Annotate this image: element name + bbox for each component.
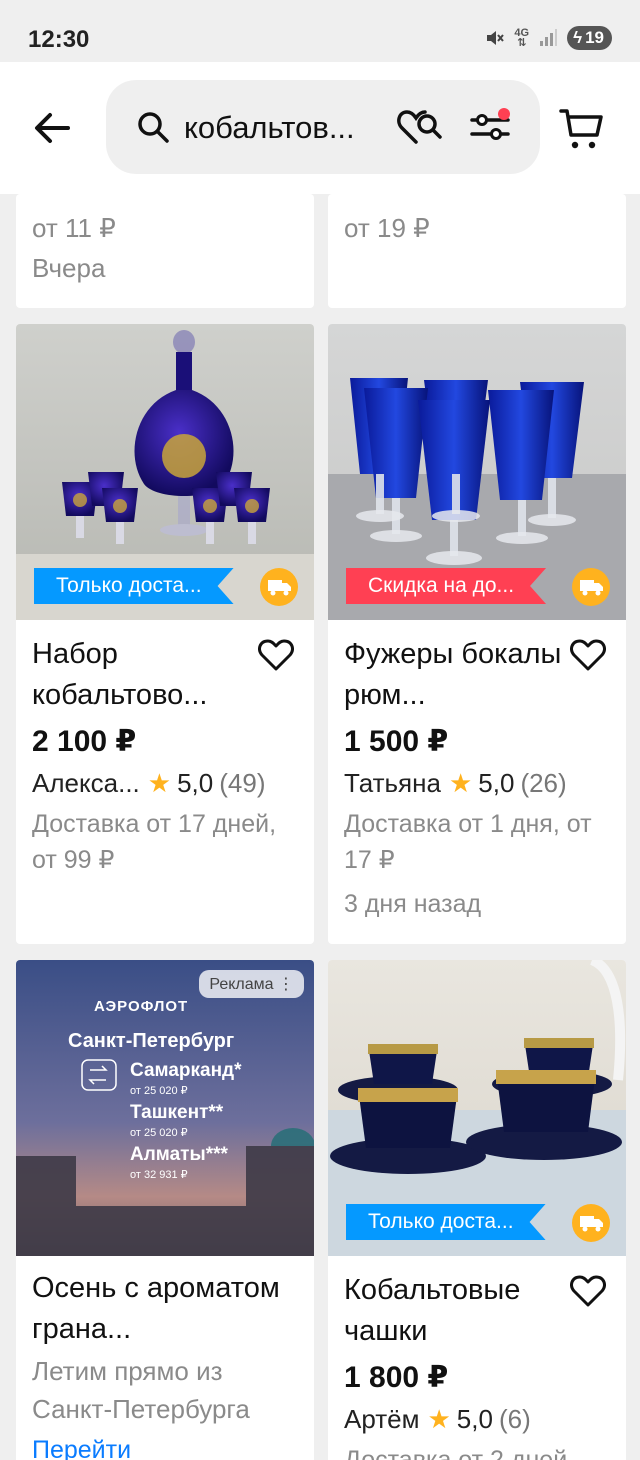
delivery-truck-icon xyxy=(572,568,610,606)
status-bar: 12:30 4G ⇅ ϟ 19 xyxy=(0,0,640,62)
card-price-from: от 19 ₽ xyxy=(344,213,430,243)
reviews-count: (49) xyxy=(219,768,266,798)
save-search-heart-icon[interactable] xyxy=(396,106,444,148)
ad-banner[interactable]: Реклама ⋮ АЭРОФЛОТ Санкт-Петербург Самар… xyxy=(16,960,314,1256)
delivery-info: Доставка от 2 дней xyxy=(344,1446,568,1460)
ad-subtitle: Летим прямо из Санкт-Петербурга xyxy=(32,1356,250,1424)
status-icons: 4G ⇅ ϟ 19 xyxy=(484,26,612,50)
ad-card[interactable]: Реклама ⋮ АЭРОФЛОТ Санкт-Петербург Самар… xyxy=(16,960,314,1460)
listing-card[interactable]: Только доста... Кобальтовые чашки 1 800 … xyxy=(328,960,626,1460)
delivery-truck-icon xyxy=(572,1204,610,1242)
filter-active-dot xyxy=(498,108,510,120)
status-time: 12:30 xyxy=(28,26,90,53)
ad-route-price: от 25 020 ₽ xyxy=(130,1127,188,1139)
seller-name: Алекса... xyxy=(32,768,140,798)
filter-button[interactable] xyxy=(468,106,512,148)
product-title: Кобальтовые чашки xyxy=(344,1274,521,1347)
rating-value: 5,0 xyxy=(456,1404,493,1434)
listing-date: 3 дня назад xyxy=(344,890,482,918)
mute-icon xyxy=(487,31,505,45)
delivery-info: Доставка от 17 дней, от 99 ₽ xyxy=(32,810,277,874)
rating-value: 5,0 xyxy=(478,768,515,798)
ad-title: Осень с ароматом грана... xyxy=(32,1272,280,1345)
seller-name: Артём xyxy=(344,1404,420,1434)
delivery-truck-icon xyxy=(260,568,298,606)
seller-name: Татьяна xyxy=(344,768,441,798)
product-photo[interactable]: Скидка на до... xyxy=(328,324,626,620)
product-price: 1 800 ₽ xyxy=(344,1361,449,1394)
ad-route-city: Алматы*** xyxy=(130,1144,228,1165)
search-query: кобальтов... xyxy=(184,110,355,145)
back-arrow-icon[interactable] xyxy=(30,106,74,150)
signal-icon xyxy=(540,29,558,46)
delivery-info: Доставка от 1 дня, от 17 ₽ xyxy=(344,810,592,874)
product-title: Фужеры бокалы рюм... xyxy=(344,638,562,711)
seller-rating-row: Артём ★ 5,0 (6) xyxy=(344,1404,531,1435)
ad-route-price: от 32 931 ₽ xyxy=(130,1169,188,1181)
battery-level: 19 xyxy=(585,28,604,47)
ad-from-city: Санкт-Петербург xyxy=(68,1030,235,1052)
card-price-from: от 11 ₽ xyxy=(32,213,116,243)
rating-value: 5,0 xyxy=(177,768,214,798)
product-photo[interactable]: Только доста... xyxy=(16,324,314,620)
listing-card-partial-left[interactable]: от 11 ₽ Вчера xyxy=(16,194,314,308)
ad-brand: АЭРОФЛОТ xyxy=(94,998,189,1015)
favorite-heart-icon[interactable] xyxy=(570,638,606,672)
favorite-heart-icon[interactable] xyxy=(570,1274,606,1308)
listing-card[interactable]: Только доста... Набор кобальтово... 2 10… xyxy=(16,324,314,944)
product-price: 1 500 ₽ xyxy=(344,725,449,758)
search-input[interactable]: кобальтов... xyxy=(106,80,540,174)
search-header: кобальтов... xyxy=(0,62,640,194)
seller-rating-row: Татьяна ★ 5,0 (26) xyxy=(344,768,567,799)
delivery-badge: Только доста... xyxy=(34,568,234,604)
listing-card-partial-right[interactable]: от 19 ₽ xyxy=(328,194,626,308)
product-price: 2 100 ₽ xyxy=(32,725,137,758)
reviews-count: (26) xyxy=(520,768,567,798)
star-icon: ★ xyxy=(448,768,473,798)
ad-route-price: от 25 020 ₽ xyxy=(130,1085,188,1097)
product-photo[interactable]: Только доста... xyxy=(328,960,626,1256)
favorite-heart-icon[interactable] xyxy=(258,638,294,672)
product-title: Набор кобальтово... xyxy=(32,638,208,711)
star-icon: ★ xyxy=(147,768,172,798)
cart-icon[interactable] xyxy=(558,106,604,152)
seller-rating-row: Алекса... ★ 5,0 (49) xyxy=(32,768,266,799)
star-icon: ★ xyxy=(427,1404,451,1434)
network-label: 4G ⇅ xyxy=(514,27,530,49)
reviews-count: (6) xyxy=(498,1404,531,1434)
delivery-badge: Только доста... xyxy=(346,1204,546,1240)
listing-card[interactable]: Скидка на до... Фужеры бокалы рюм... 1 5… xyxy=(328,324,626,944)
ad-cta-link[interactable]: Перейти xyxy=(32,1436,131,1460)
ad-label[interactable]: Реклама ⋮ xyxy=(199,970,304,998)
charging-icon: ϟ xyxy=(573,28,583,47)
ad-route-city: Самарканд* xyxy=(130,1060,242,1081)
card-date: Вчера xyxy=(32,253,106,283)
search-icon xyxy=(138,112,169,143)
discount-badge: Скидка на до... xyxy=(346,568,547,604)
ad-route-city: Ташкент** xyxy=(130,1102,224,1123)
battery-indicator: ϟ 19 xyxy=(567,26,612,50)
